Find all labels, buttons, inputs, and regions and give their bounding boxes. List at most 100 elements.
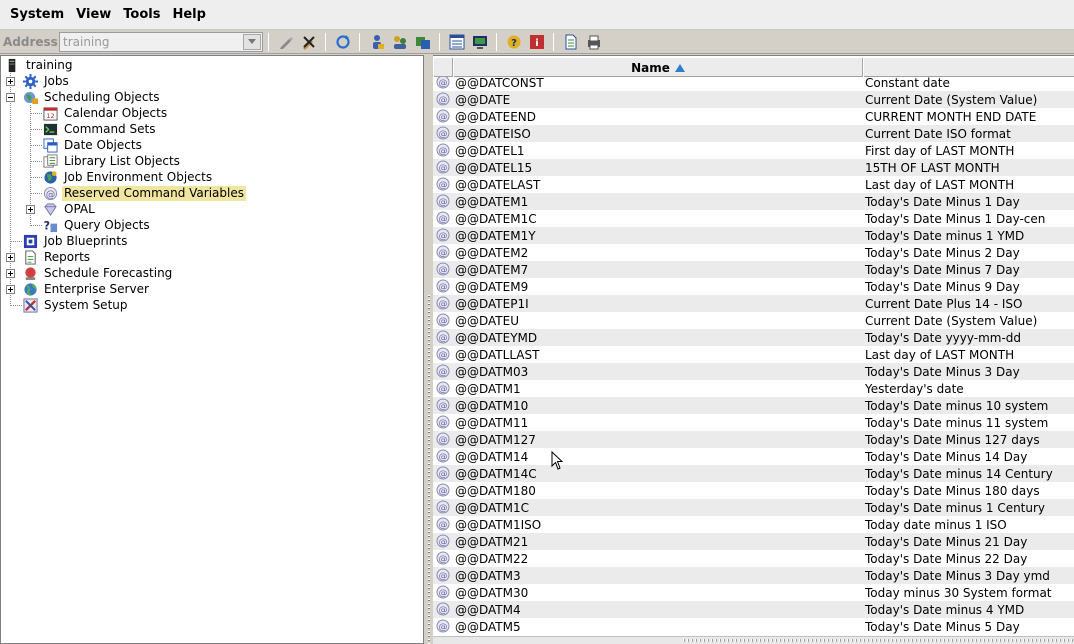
address-input[interactable] — [60, 34, 238, 49]
address-combo[interactable] — [59, 31, 263, 52]
row-name: @@DATM1C — [455, 500, 530, 515]
svg-text:@: @ — [439, 487, 448, 497]
table-row[interactable]: @ @@DATELAST Last day of LAST MONTH — [433, 176, 1074, 193]
table-row[interactable]: @ @@DATM22 Today's Date Minus 22 Day — [433, 550, 1074, 567]
column-header-description[interactable] — [863, 58, 1074, 77]
help-icon[interactable]: ? — [504, 32, 523, 51]
address-dropdown-button[interactable] — [243, 33, 261, 50]
tree-expander-enterprise-server[interactable] — [6, 285, 15, 294]
tree-item-system-setup[interactable]: System Setup — [22, 297, 130, 313]
table-row[interactable]: @ @@DATEM1Y Today's Date minus 1 YMD — [433, 227, 1074, 244]
table-row[interactable]: @ @@DATM5 Today's Date Minus 5 Day — [433, 618, 1074, 635]
row-name: @@DATEM9 — [455, 279, 529, 294]
tree-expander-jobs[interactable] — [6, 77, 15, 86]
tree-expander-schedule-forecasting[interactable] — [6, 269, 15, 278]
table-row[interactable]: @ @@DATM14 Today's Date Minus 14 Day — [433, 448, 1074, 465]
group-icon[interactable] — [390, 32, 409, 51]
tree-item-job-environment-objects[interactable]: Job Environment Objects — [42, 169, 214, 185]
table-row[interactable]: @ @@DATEL1 First day of LAST MONTH — [433, 142, 1074, 159]
row-description: Today's Date Minus 180 days — [865, 483, 1040, 498]
row-name: @@DATEM1Y — [455, 228, 536, 243]
table-row[interactable]: @ @@DATM10 Today's Date minus 10 system — [433, 397, 1074, 414]
variable-at-icon: @ — [436, 279, 450, 293]
table-row[interactable]: @ @@DATEEND CURRENT MONTH END DATE — [433, 108, 1074, 125]
tree-item-reserved-command-variables[interactable]: @ Reserved Command Variables — [42, 185, 246, 201]
document-icon[interactable] — [561, 32, 580, 51]
tree-expander-scheduling-objects[interactable] — [6, 93, 15, 102]
tree-item-jobs[interactable]: Jobs — [22, 73, 71, 89]
pencil-icon[interactable] — [276, 32, 295, 51]
tree-item-opal[interactable]: OPAL — [42, 201, 97, 217]
menu-view[interactable]: View — [70, 4, 117, 26]
svg-text:@: @ — [439, 249, 448, 259]
svg-text:@: @ — [439, 181, 448, 191]
column-header-name[interactable]: Name — [453, 58, 863, 77]
table-row[interactable]: @ @@DATEM1C Today's Date Minus 1 Day-cen — [433, 210, 1074, 227]
tree-item-reports[interactable]: Reports — [22, 249, 92, 265]
row-name: @@DATM21 — [455, 534, 529, 549]
table-row[interactable]: @ @@DATEM2 Today's Date Minus 2 Day — [433, 244, 1074, 261]
table-row[interactable]: @ @@DATEM9 Today's Date Minus 9 Day — [433, 278, 1074, 295]
delete-icon[interactable] — [299, 32, 318, 51]
terminal-icon — [42, 121, 58, 137]
table-row[interactable]: @ @@DATM30 Today minus 30 System format — [433, 584, 1074, 601]
tree-item-calendar-objects[interactable]: 12 Calendar Objects — [42, 105, 169, 121]
tree-item-scheduling-objects[interactable]: Scheduling Objects — [22, 89, 161, 105]
tree-expander-opal[interactable] — [26, 205, 35, 214]
tree-item-query-objects[interactable]: ? Query Objects — [42, 217, 152, 233]
table-row[interactable]: @ @@DATEU Current Date (System Value) — [433, 312, 1074, 329]
row-description: Today's Date minus 4 YMD — [865, 602, 1025, 617]
tree-label-job-environment-objects: Job Environment Objects — [64, 169, 213, 184]
table-row[interactable]: @ @@DATM1C Today's Date minus 1 Century — [433, 499, 1074, 516]
menu-tools[interactable]: Tools — [117, 4, 166, 26]
table-row[interactable]: @ @@DATLLAST Last day of LAST MONTH — [433, 346, 1074, 363]
variable-at-icon: @ — [436, 109, 450, 123]
column-header-icon[interactable] — [433, 58, 453, 77]
tree-item-library-list-objects[interactable]: Library List Objects — [42, 153, 182, 169]
table-row[interactable]: @ @@DATEP1I Current Date Plus 14 - ISO — [433, 295, 1074, 312]
table-row[interactable]: @ @@DATCONST Constant date — [433, 77, 1074, 91]
horizontal-scrollbar[interactable] — [433, 636, 1074, 644]
print-icon[interactable] — [584, 32, 603, 51]
user-run-icon[interactable] — [367, 32, 386, 51]
table-row[interactable]: @ @@DATM3 Today's Date Minus 3 Day ymd — [433, 567, 1074, 584]
tree-expander-reports[interactable] — [6, 253, 15, 262]
table-row[interactable]: @ @@DATEM1 Today's Date Minus 1 Day — [433, 193, 1074, 210]
tree-root[interactable]: training — [4, 57, 75, 73]
table-row[interactable]: @ @@DATM4 Today's Date minus 4 YMD — [433, 601, 1074, 618]
toolbar-separator — [325, 32, 326, 51]
refresh-icon[interactable] — [333, 32, 352, 51]
svg-text:@: @ — [439, 555, 448, 565]
table-row[interactable]: @ @@DATEL15 15TH OF LAST MONTH — [433, 159, 1074, 176]
table-row[interactable]: @ @@DATM1 Yesterday's date — [433, 380, 1074, 397]
svg-text:@: @ — [439, 368, 448, 378]
table-row[interactable]: @ @@DATM127 Today's Date Minus 127 days — [433, 431, 1074, 448]
menu-help[interactable]: Help — [166, 4, 211, 26]
tree-item-job-blueprints[interactable]: Job Blueprints — [22, 233, 129, 249]
monitor-icon[interactable] — [470, 32, 489, 51]
row-description: Today's Date Minus 5 Day — [865, 619, 1020, 634]
table-row[interactable]: @ @@DATM03 Today's Date Minus 3 Day — [433, 363, 1074, 380]
tree-label-job-blueprints: Job Blueprints — [44, 233, 128, 248]
table-row[interactable]: @ @@DATM11 Today's Date minus 11 system — [433, 414, 1074, 431]
menu-system[interactable]: System — [4, 4, 70, 26]
table-row[interactable]: @ @@DATM14C Today's Date minus 14 Century — [433, 465, 1074, 482]
toolbar-separator — [268, 32, 269, 51]
tree-item-enterprise-server[interactable]: Enterprise Server — [22, 281, 151, 297]
pane-splitter[interactable] — [424, 55, 433, 644]
tree-item-schedule-forecasting[interactable]: Schedule Forecasting — [22, 265, 174, 281]
table-row[interactable]: @ @@DATM1ISO Today date minus 1 ISO — [433, 516, 1074, 533]
table-row[interactable]: @ @@DATEYMD Today's Date yyyy-mm-dd — [433, 329, 1074, 346]
tree-item-date-objects[interactable]: Date Objects — [42, 137, 144, 153]
info-icon[interactable]: i — [527, 32, 546, 51]
table-row[interactable]: @ @@DATEM7 Today's Date Minus 7 Day — [433, 261, 1074, 278]
table-row[interactable]: @ @@DATE Current Date (System Value) — [433, 91, 1074, 108]
row-description: Yesterday's date — [865, 381, 964, 396]
table-row[interactable]: @ @@DATM180 Today's Date Minus 180 days — [433, 482, 1074, 499]
tree-item-command-sets[interactable]: Command Sets — [42, 121, 157, 137]
list-view-icon[interactable] — [447, 32, 466, 51]
table-row[interactable]: @ @@DATEISO Current Date ISO format — [433, 125, 1074, 142]
table-row[interactable]: @ @@DATM21 Today's Date Minus 21 Day — [433, 533, 1074, 550]
cycle-icon[interactable] — [413, 32, 432, 51]
variable-at-icon: @ — [436, 415, 450, 429]
